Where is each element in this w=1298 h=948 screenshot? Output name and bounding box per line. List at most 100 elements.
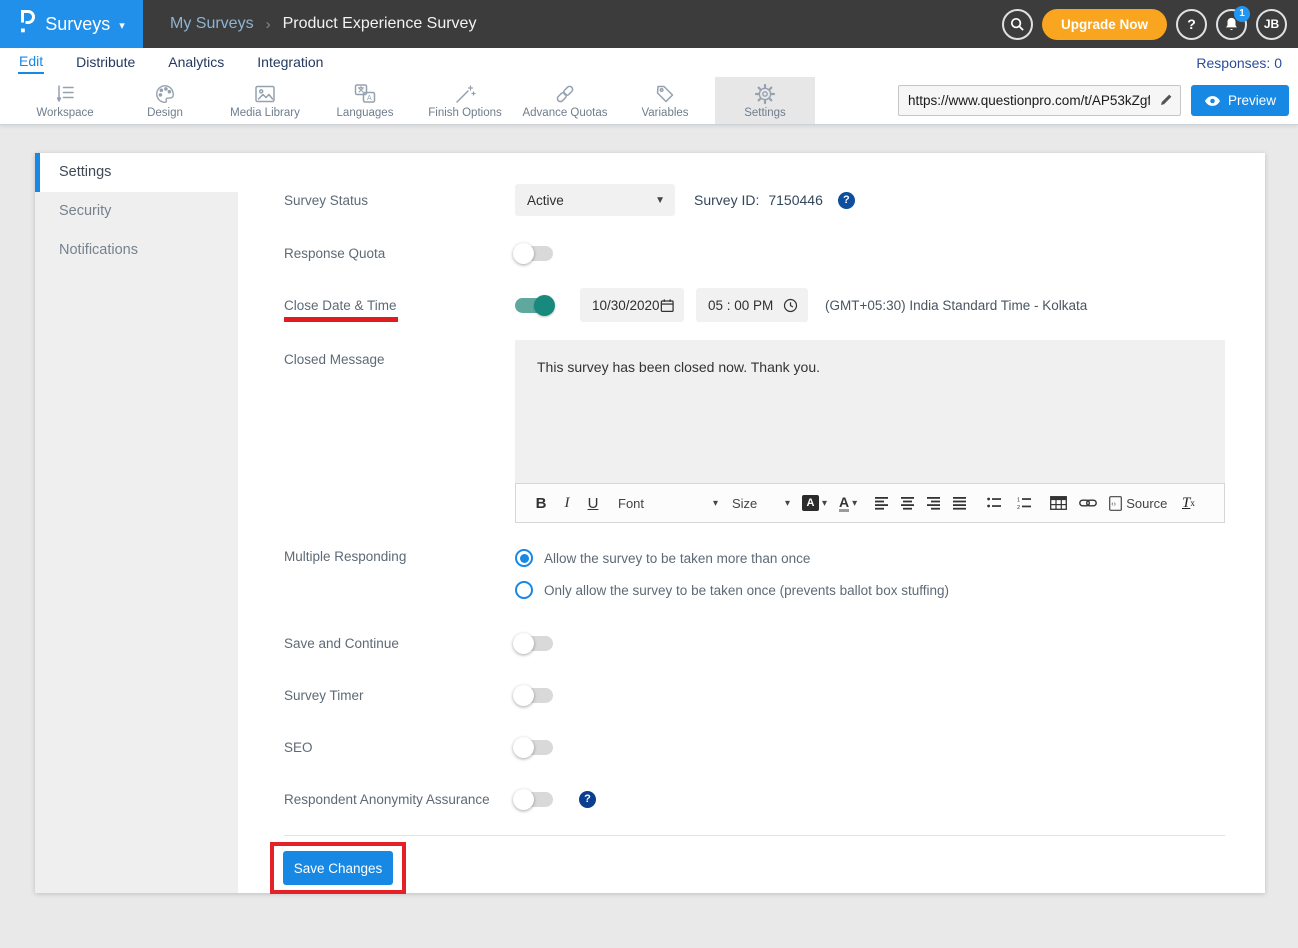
closed-message-textarea[interactable]: This survey has been closed now. Thank y… (515, 340, 1225, 483)
workspace-icon (53, 83, 77, 105)
chevron-down-icon: ▾ (119, 19, 125, 32)
tab-integration[interactable]: Integration (256, 52, 324, 73)
breadcrumb-current-survey: Product Experience Survey (283, 15, 477, 33)
bullet-list-button[interactable] (981, 490, 1007, 516)
background-color-icon: A (802, 495, 819, 511)
radio-allow-multiple[interactable]: Allow the survey to be taken more than o… (515, 549, 949, 567)
timezone-text: (GMT+05:30) India Standard Time - Kolkat… (825, 298, 1087, 313)
text-color-button[interactable]: A▾ (839, 495, 857, 512)
sidebar-item-notifications[interactable]: Notifications (35, 231, 238, 270)
multiple-responding-row: Multiple Responding Allow the survey to … (284, 549, 1225, 599)
close-date-input[interactable]: 10/30/2020 (580, 288, 684, 322)
svg-text:‹›: ‹› (1111, 501, 1116, 508)
numbered-list-button[interactable]: 12 (1011, 490, 1037, 516)
header-actions: Upgrade Now ? 1 JB (1002, 9, 1287, 40)
bold-button[interactable]: B (528, 490, 554, 516)
text-color-icon: A (839, 495, 849, 512)
respondent-anonymity-help-icon[interactable]: ? (579, 791, 596, 808)
chevron-down-icon: ▾ (713, 498, 718, 509)
edit-url-pencil-icon[interactable] (1158, 92, 1174, 113)
calendar-icon (660, 298, 674, 313)
sidebar-item-settings[interactable]: Settings (35, 153, 238, 192)
breadcrumb-my-surveys[interactable]: My Surveys (170, 15, 254, 33)
tab-distribute[interactable]: Distribute (75, 52, 136, 73)
settings-panel: Settings Security Notifications Survey S… (35, 153, 1265, 893)
survey-status-select[interactable]: Active ▼ (515, 184, 675, 216)
search-icon (1010, 17, 1025, 32)
radio-button[interactable] (515, 581, 533, 599)
eye-icon (1204, 95, 1221, 107)
toolbar-item-workspace[interactable]: Workspace (15, 77, 115, 124)
seo-label: SEO (284, 740, 515, 755)
radio-allow-once[interactable]: Only allow the survey to be taken once (… (515, 581, 949, 599)
media-library-icon (253, 83, 277, 105)
survey-timer-toggle[interactable] (515, 688, 553, 703)
close-date-time-row: Close Date & Time 10/30/2020 05 : 00 PM … (284, 288, 1225, 322)
respondent-anonymity-toggle[interactable] (515, 792, 553, 807)
response-quota-toggle[interactable] (515, 246, 553, 261)
toolbar-item-finish-options[interactable]: Finish Options (415, 77, 515, 124)
settings-sidebar: Settings Security Notifications (35, 153, 238, 893)
seo-row: SEO (284, 736, 1225, 758)
toolbar-item-settings[interactable]: Settings (715, 77, 815, 124)
toolbar-item-variables[interactable]: Variables (615, 77, 715, 124)
align-justify-button[interactable] (947, 490, 973, 516)
close-date-time-toggle[interactable] (515, 298, 553, 313)
toolbar-item-languages[interactable]: A Languages (315, 77, 415, 124)
toolbar-item-media-library[interactable]: Media Library (215, 77, 315, 124)
italic-button[interactable]: I (554, 490, 580, 516)
background-color-button[interactable]: A▾ (802, 495, 827, 511)
advance-quotas-chain-icon (553, 83, 577, 105)
align-right-button[interactable] (921, 490, 947, 516)
insert-link-button[interactable] (1075, 490, 1101, 516)
product-name: Surveys (45, 14, 110, 35)
avatar[interactable]: JB (1256, 9, 1287, 40)
save-changes-button[interactable]: Save Changes (283, 851, 393, 885)
size-dropdown[interactable]: Size▾ (732, 490, 790, 516)
surveys-product-menu[interactable]: Surveys ▾ (0, 0, 143, 48)
svg-text:2: 2 (1017, 505, 1020, 510)
survey-nav-tabs: Edit Distribute Analytics Integration Re… (0, 48, 1298, 77)
toolbar-item-advance-quotas[interactable]: Advance Quotas (515, 77, 615, 124)
tab-edit[interactable]: Edit (18, 51, 44, 74)
toolbar-item-design[interactable]: Design (115, 77, 215, 124)
notifications-button[interactable]: 1 (1216, 9, 1247, 40)
ribbon-right: Preview (898, 77, 1289, 124)
save-and-continue-label: Save and Continue (284, 636, 515, 651)
sidebar-item-security[interactable]: Security (35, 192, 238, 231)
survey-timer-label: Survey Timer (284, 688, 515, 703)
search-button[interactable] (1002, 9, 1033, 40)
svg-text:A: A (367, 95, 372, 102)
align-center-button[interactable] (895, 490, 921, 516)
radio-button[interactable] (515, 549, 533, 567)
underline-button[interactable]: U (580, 490, 606, 516)
settings-gear-icon (753, 83, 777, 105)
upgrade-now-button[interactable]: Upgrade Now (1042, 9, 1167, 40)
align-left-button[interactable] (869, 490, 895, 516)
settings-form: Survey Status Active ▼ Survey ID: 715044… (238, 153, 1265, 893)
font-dropdown[interactable]: Font▾ (618, 490, 718, 516)
remove-format-button[interactable]: Tx (1175, 490, 1201, 516)
survey-timer-row: Survey Timer (284, 684, 1225, 706)
preview-button[interactable]: Preview (1191, 85, 1289, 116)
source-button[interactable]: ‹› Source (1109, 490, 1167, 516)
save-and-continue-toggle[interactable] (515, 636, 553, 651)
edit-toolbar: Workspace Design Media Library A Languag… (0, 77, 1298, 125)
breadcrumb-separator: › (266, 16, 271, 33)
response-quota-label: Response Quota (284, 246, 515, 261)
tab-analytics[interactable]: Analytics (167, 52, 225, 73)
survey-url-input[interactable] (898, 85, 1181, 116)
clock-icon (783, 298, 798, 313)
close-date-annotation-underline: Close Date & Time (284, 298, 397, 313)
closed-message-label: Closed Message (284, 340, 515, 367)
help-button[interactable]: ? (1176, 9, 1207, 40)
close-time-input[interactable]: 05 : 00 PM (696, 288, 808, 322)
survey-id-value: 7150446 (768, 192, 823, 208)
svg-text:1: 1 (1017, 497, 1020, 503)
respondent-anonymity-row: Respondent Anonymity Assurance ? (284, 788, 1225, 810)
top-header: Surveys ▾ My Surveys › Product Experienc… (0, 0, 1298, 48)
insert-table-button[interactable] (1045, 490, 1071, 516)
seo-toggle[interactable] (515, 740, 553, 755)
languages-icon: A (353, 83, 377, 105)
survey-status-help-icon[interactable]: ? (838, 192, 855, 209)
